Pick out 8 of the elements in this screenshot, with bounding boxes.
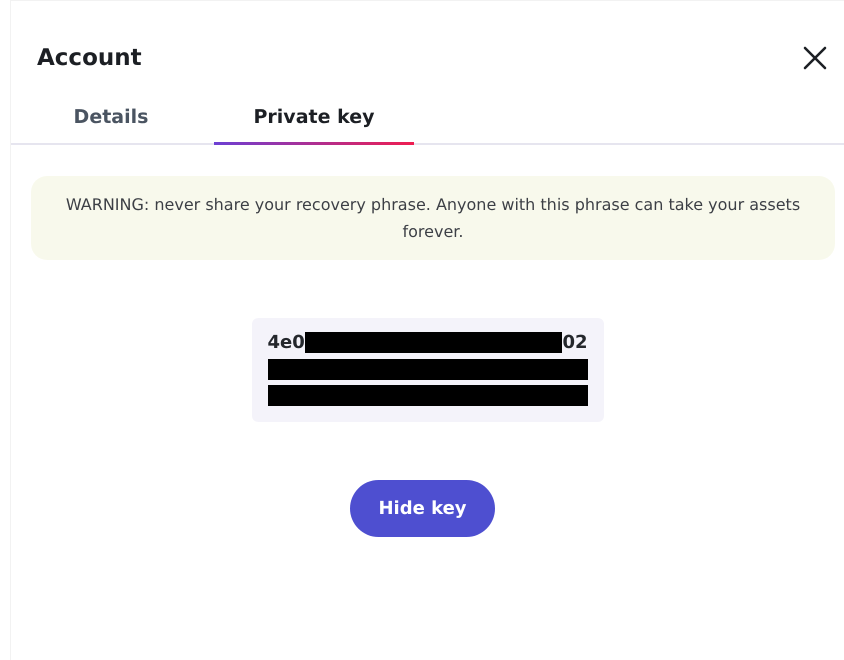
tab[interactable]: Details [11, 99, 211, 145]
dialog-title: Account [37, 45, 142, 71]
key-text: 02 [562, 332, 588, 352]
tab[interactable]: Private key [214, 99, 414, 145]
warning-message: WARNING: never share your recovery phrase. Anyone with this phrase can take your assets forever. [31, 176, 835, 260]
hide-key-button[interactable]: Hide key [350, 480, 495, 537]
key-text: 4e0 [268, 332, 305, 352]
close-icon[interactable] [802, 45, 828, 71]
